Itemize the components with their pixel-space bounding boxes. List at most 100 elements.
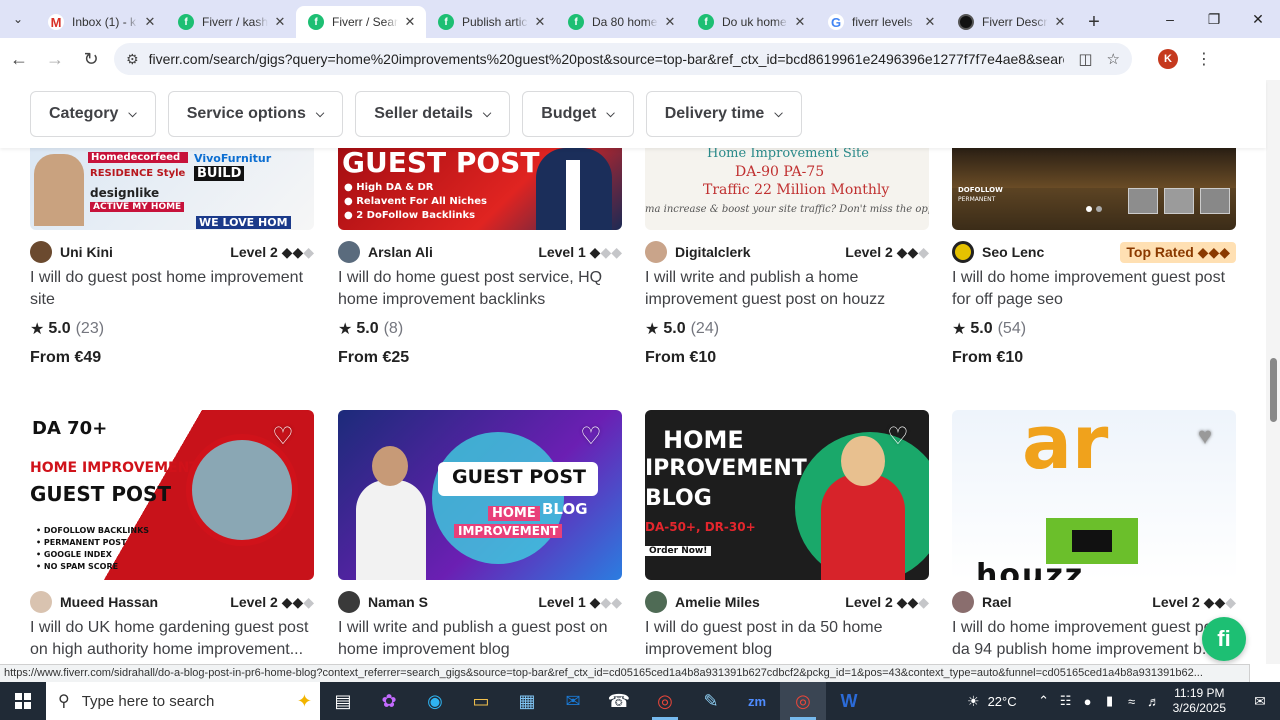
carousel-dot[interactable]	[1096, 206, 1102, 212]
page-scrollbar[interactable]	[1266, 80, 1280, 664]
browser-tab[interactable]: f Do uk home ✕	[686, 6, 816, 38]
avatar[interactable]	[30, 591, 52, 613]
battery-icon[interactable]: ▮	[1099, 693, 1121, 709]
avatar[interactable]	[952, 241, 974, 263]
seller-name[interactable]: Mueed Hassan	[60, 594, 230, 610]
favorite-heart-icon[interactable]: ♡	[578, 424, 604, 450]
tab-close-icon[interactable]: ✕	[272, 14, 288, 30]
start-button[interactable]	[0, 682, 46, 720]
reload-icon[interactable]: ↻	[74, 42, 108, 76]
filter-budget[interactable]: Budget ⌵	[522, 91, 634, 137]
forward-icon[interactable]: →	[38, 42, 72, 76]
whatsapp-icon[interactable]: ☎	[596, 682, 642, 720]
gig-card[interactable]: DA 70+ HOME IMPROVEMENT GUEST POST • DOF…	[30, 410, 314, 661]
temperature[interactable]: 22°C	[988, 694, 1017, 709]
browser-tab[interactable]: f Publish artic ✕	[426, 6, 556, 38]
gig-title[interactable]: I will do home improvement guest post da…	[952, 617, 1236, 661]
url-text[interactable]: fiverr.com/search/gigs?query=home%20impr…	[149, 51, 1065, 67]
microphone-icon[interactable]: ●	[1077, 694, 1099, 709]
tab-close-icon[interactable]: ✕	[142, 14, 158, 30]
gig-thumbnail[interactable]: DA 70+ HOME IMPROVEMENT GUEST POST • DOF…	[30, 410, 314, 580]
minimize-icon[interactable]: –	[1148, 0, 1192, 38]
gig-title[interactable]: I will write and publish a guest post on…	[338, 617, 622, 661]
gig-card[interactable]: Homedecorfeed VivoFurnitur RESIDENCE Sty…	[30, 148, 314, 367]
seller-name[interactable]: Digitalclerk	[675, 244, 845, 260]
browser-menu-icon[interactable]: ⋮	[1196, 49, 1212, 69]
scrollbar-thumb[interactable]	[1270, 358, 1277, 422]
gig-card[interactable]: ar houzz ♥ Rael Level 2 ◆◆◆ I will do ho…	[952, 410, 1236, 661]
avatar[interactable]	[645, 241, 667, 263]
clock[interactable]: 11:19 PM 3/26/2025	[1173, 686, 1226, 716]
browser-tab[interactable]: f Fiverr / kash ✕	[166, 6, 296, 38]
seller-name[interactable]: Seo Lenc	[982, 244, 1120, 260]
bookmark-star-icon[interactable]: ☆	[1107, 50, 1120, 68]
new-tab-button[interactable]: +	[1076, 6, 1112, 38]
tab-close-icon[interactable]: ✕	[1052, 14, 1068, 30]
gig-thumbnail[interactable]: HOME IPROVEMENT BLOG DA-50+, DR-30+ Orde…	[645, 410, 929, 580]
word-icon[interactable]: W	[826, 682, 872, 720]
gig-thumbnail[interactable]: DOFOLLOW PERMANENT	[952, 148, 1236, 230]
tab-close-icon[interactable]: ✕	[662, 14, 678, 30]
tab-close-icon[interactable]: ✕	[532, 14, 548, 30]
store-icon[interactable]: ▦	[504, 682, 550, 720]
back-icon[interactable]: ←	[2, 42, 36, 76]
seller-name[interactable]: Naman S	[368, 594, 538, 610]
avatar[interactable]	[30, 241, 52, 263]
weather-icon[interactable]: ☀	[967, 693, 980, 710]
avatar[interactable]	[645, 591, 667, 613]
tab-search-icon[interactable]: ⌄	[0, 0, 36, 38]
address-bar[interactable]: ⚙ fiverr.com/search/gigs?query=home%20im…	[114, 43, 1132, 75]
filter-category[interactable]: Category ⌵	[30, 91, 156, 137]
browser-tab[interactable]: M Inbox (1) - k ✕	[36, 6, 166, 38]
notepad-icon[interactable]: ✎	[688, 682, 734, 720]
edge-icon[interactable]: ◉	[412, 682, 458, 720]
gig-title[interactable]: I will do UK home gardening guest post o…	[30, 617, 314, 661]
notification-icon[interactable]: ✉	[1240, 693, 1280, 710]
volume-icon[interactable]: ♬	[1143, 694, 1165, 709]
gig-card[interactable]: HOME IPROVEMENT BLOG DA-50+, DR-30+ Orde…	[645, 410, 929, 661]
seller-name[interactable]: Rael	[982, 594, 1152, 610]
favorite-heart-icon[interactable]: ♥	[1192, 424, 1218, 450]
avatar[interactable]	[952, 591, 974, 613]
browser-tab[interactable]: Fiverr Descri ✕	[946, 6, 1076, 38]
tab-close-icon[interactable]: ✕	[792, 14, 808, 30]
favorite-heart-icon[interactable]: ♡	[885, 424, 911, 450]
filter-service-options[interactable]: Service options ⌵	[167, 91, 344, 137]
seller-name[interactable]: Arslan Ali	[368, 244, 538, 260]
close-window-icon[interactable]: ✕	[1236, 0, 1280, 38]
filter-delivery-time[interactable]: Delivery time ⌵	[645, 91, 802, 137]
gig-card[interactable]: GUEST POST HOME BLOG IMPROVEMENT ♡ Naman…	[338, 410, 622, 661]
gig-thumbnail[interactable]: ar houzz ♥	[952, 410, 1236, 580]
gig-title[interactable]: I will do guest post in da 50 home impro…	[645, 617, 929, 661]
chevron-up-icon[interactable]: ⌃	[1033, 693, 1055, 709]
gig-title[interactable]: I will do guest post home improvement si…	[30, 267, 314, 311]
taskbar-search[interactable]: ⚲ Type here to search ✦	[46, 682, 320, 720]
install-app-icon[interactable]: ◫	[1078, 50, 1092, 68]
avatar[interactable]	[338, 241, 360, 263]
browser-tab[interactable]: f Fiverr / Sear ✕	[296, 6, 426, 38]
carousel-dot[interactable]	[1086, 206, 1092, 212]
file-explorer-icon[interactable]: ▭	[458, 682, 504, 720]
zoom-icon[interactable]: zm	[734, 682, 780, 720]
filter-seller-details[interactable]: Seller details ⌵	[355, 91, 511, 137]
task-view-icon[interactable]: ▤	[320, 682, 366, 720]
gig-title[interactable]: I will do home improvement guest post fo…	[952, 267, 1236, 311]
seller-name[interactable]: Amelie Miles	[675, 594, 845, 610]
site-info-icon[interactable]: ⚙	[126, 51, 139, 68]
network-icon[interactable]: ☷	[1055, 693, 1077, 709]
chat-button[interactable]: fi	[1202, 617, 1246, 661]
chrome-icon[interactable]: ◎	[642, 682, 688, 720]
profile-avatar[interactable]: K	[1158, 49, 1178, 69]
tab-close-icon[interactable]: ✕	[402, 14, 418, 30]
seller-name[interactable]: Uni Kini	[60, 244, 230, 260]
gig-card[interactable]: GUEST POST ● High DA & DR ● Relavent For…	[338, 148, 622, 367]
gig-thumbnail[interactable]: Home Improvement Site DA-90 PA-75 Traffi…	[645, 148, 929, 230]
gig-card[interactable]: Home Improvement Site DA-90 PA-75 Traffi…	[645, 148, 929, 367]
restore-icon[interactable]: ❐	[1192, 0, 1236, 38]
outlook-icon[interactable]: ✉	[550, 682, 596, 720]
gig-title[interactable]: I will do home guest post service, HQ ho…	[338, 267, 622, 311]
tab-close-icon[interactable]: ✕	[922, 14, 938, 30]
chrome-active-icon[interactable]: ◎	[780, 682, 826, 720]
gig-thumbnail[interactable]: Homedecorfeed VivoFurnitur RESIDENCE Sty…	[30, 148, 314, 230]
avatar[interactable]	[338, 591, 360, 613]
